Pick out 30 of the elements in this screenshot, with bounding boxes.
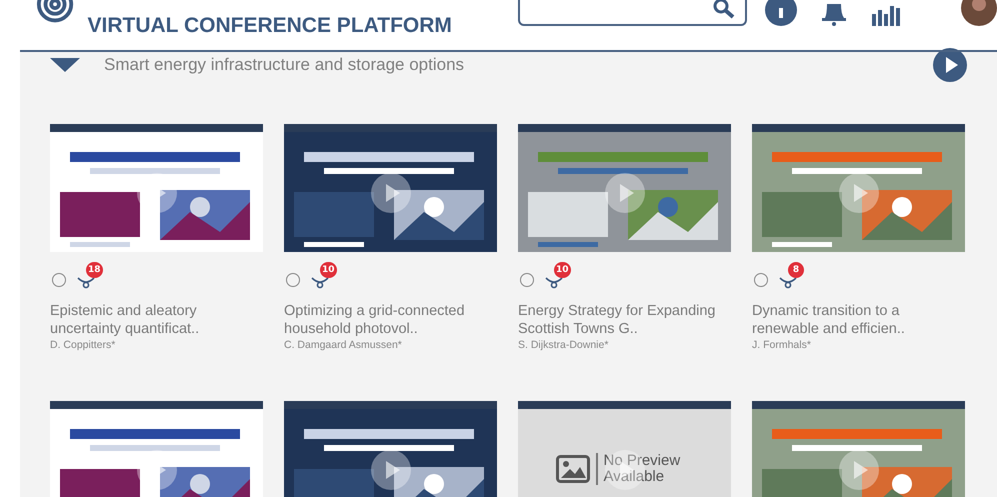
avatar-icon[interactable] xyxy=(961,0,997,28)
play-icon[interactable] xyxy=(933,48,967,82)
author-name: S. Dijkstra-Downie* xyxy=(518,339,610,351)
search-icon xyxy=(713,0,737,20)
talk-title[interactable]: Optimizing a grid-connected household photovol.. xyxy=(284,302,497,338)
info-icon[interactable] xyxy=(765,0,797,28)
comment-count-badge: 10 xyxy=(320,262,337,278)
author-name: J. Formhals* xyxy=(752,339,812,351)
section-title: Smart energy infrastructure and storage options xyxy=(104,55,466,75)
play-overlay-icon[interactable] xyxy=(370,172,412,214)
radio-button[interactable] xyxy=(520,273,534,287)
play-overlay-icon[interactable] xyxy=(136,449,178,491)
search-field[interactable] xyxy=(518,0,747,26)
image-icon xyxy=(556,455,590,483)
talk-title[interactable]: Epistemic and aleatory uncertainty quantificat.. xyxy=(50,302,263,338)
radio-button[interactable] xyxy=(52,273,66,287)
play-overlay-icon[interactable] xyxy=(370,449,412,491)
no-preview-text: No Preview Available xyxy=(596,453,694,485)
play-overlay-icon[interactable] xyxy=(136,172,178,214)
author-name: D. Coppitters* xyxy=(50,339,116,351)
comment-count-badge: 18 xyxy=(86,262,103,278)
talk-title[interactable]: Energy Strategy for Expanding Scottish Towns G.. xyxy=(518,302,731,338)
comment-count-badge: 10 xyxy=(554,262,571,278)
collapse-triangle-icon[interactable] xyxy=(50,56,80,74)
radio-button[interactable] xyxy=(754,273,768,287)
author-name: C. Damgaard Asmussen* xyxy=(284,339,403,351)
comment-count-badge: 8 xyxy=(788,262,804,278)
radio-button[interactable] xyxy=(286,273,300,287)
platform-title: VIRTUAL CONFERENCE PLATFORM xyxy=(88,14,452,38)
talk-title[interactable]: Dynamic transition to a renewable and efficien.. xyxy=(752,302,965,338)
